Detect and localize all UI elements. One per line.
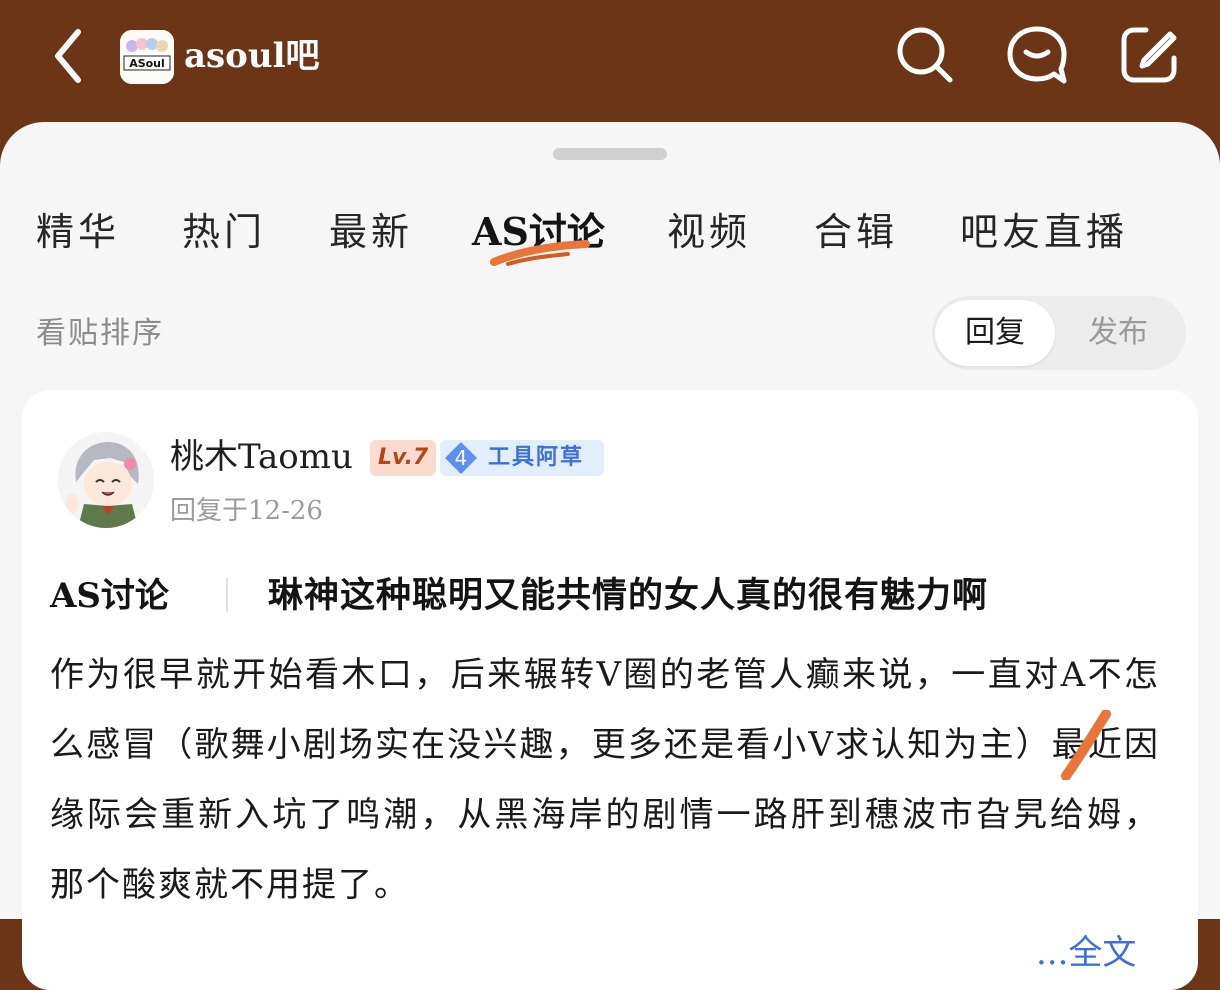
post-card[interactable]: 桃木Taomu Lv.7 4 工具阿草 回复于12-26 AS讨论 琳神这种聪明… bbox=[22, 390, 1198, 990]
scribble-mark bbox=[1061, 710, 1111, 780]
post-tag[interactable]: AS讨论 bbox=[50, 572, 169, 620]
forum-logo[interactable]: ASoul bbox=[120, 30, 174, 84]
sort-label: 看贴排序 bbox=[36, 316, 164, 351]
edit-icon[interactable] bbox=[1118, 24, 1180, 86]
read-more-link[interactable]: ...全文 bbox=[1030, 918, 1137, 988]
badge-title: 工具阿草 bbox=[488, 445, 585, 470]
active-tab-underline bbox=[490, 240, 590, 266]
avatar-image bbox=[58, 432, 154, 528]
tab-featured[interactable]: 精华 bbox=[36, 206, 120, 258]
post-title[interactable]: 琳神这种聪明又能共情的女人真的很有魅力啊 bbox=[268, 572, 988, 620]
sort-by-publish[interactable]: 发布 bbox=[1058, 300, 1178, 366]
reply-time: 回复于12-26 bbox=[170, 496, 323, 526]
sort-by-reply[interactable]: 回复 bbox=[935, 300, 1055, 366]
tab-collection[interactable]: 合辑 bbox=[814, 206, 898, 258]
title-badge: 4 工具阿草 bbox=[440, 440, 604, 476]
message-icon[interactable] bbox=[1006, 24, 1068, 86]
badge-number: 4 bbox=[455, 446, 468, 470]
tab-live[interactable]: 吧友直播 bbox=[960, 206, 1128, 258]
avatar[interactable] bbox=[58, 432, 154, 528]
level-badge: Lv.7 bbox=[370, 440, 437, 476]
divider bbox=[226, 578, 228, 612]
badge-diamond-icon: 4 bbox=[445, 442, 477, 474]
forum-name[interactable]: asoul吧 bbox=[184, 32, 320, 80]
sort-toggle: 回复 发布 bbox=[932, 296, 1186, 370]
tab-latest[interactable]: 最新 bbox=[329, 206, 413, 258]
tab-bar: 精华 热门 最新 AS讨论 视频 合辑 吧友直播 bbox=[0, 206, 1220, 266]
search-icon[interactable] bbox=[894, 24, 956, 86]
forum-logo-text: ASoul bbox=[129, 57, 165, 70]
drag-handle[interactable] bbox=[553, 148, 667, 160]
author-name[interactable]: 桃木Taomu bbox=[170, 434, 353, 480]
top-bar: ASoul asoul吧 bbox=[0, 0, 1220, 122]
post-body[interactable]: 作为很早就开始看木口，后来辗转V圈的老管人癫来说，一直对A不怎么感冒（歌舞小剧场… bbox=[50, 640, 1160, 980]
forum-logo-image: ASoul bbox=[120, 30, 174, 84]
tab-hot[interactable]: 热门 bbox=[182, 206, 266, 258]
tab-video[interactable]: 视频 bbox=[667, 206, 751, 258]
content-sheet: 精华 热门 最新 AS讨论 视频 合辑 吧友直播 看贴排序 回复 发布 桃木Ta… bbox=[0, 122, 1220, 990]
back-icon[interactable] bbox=[48, 26, 92, 86]
